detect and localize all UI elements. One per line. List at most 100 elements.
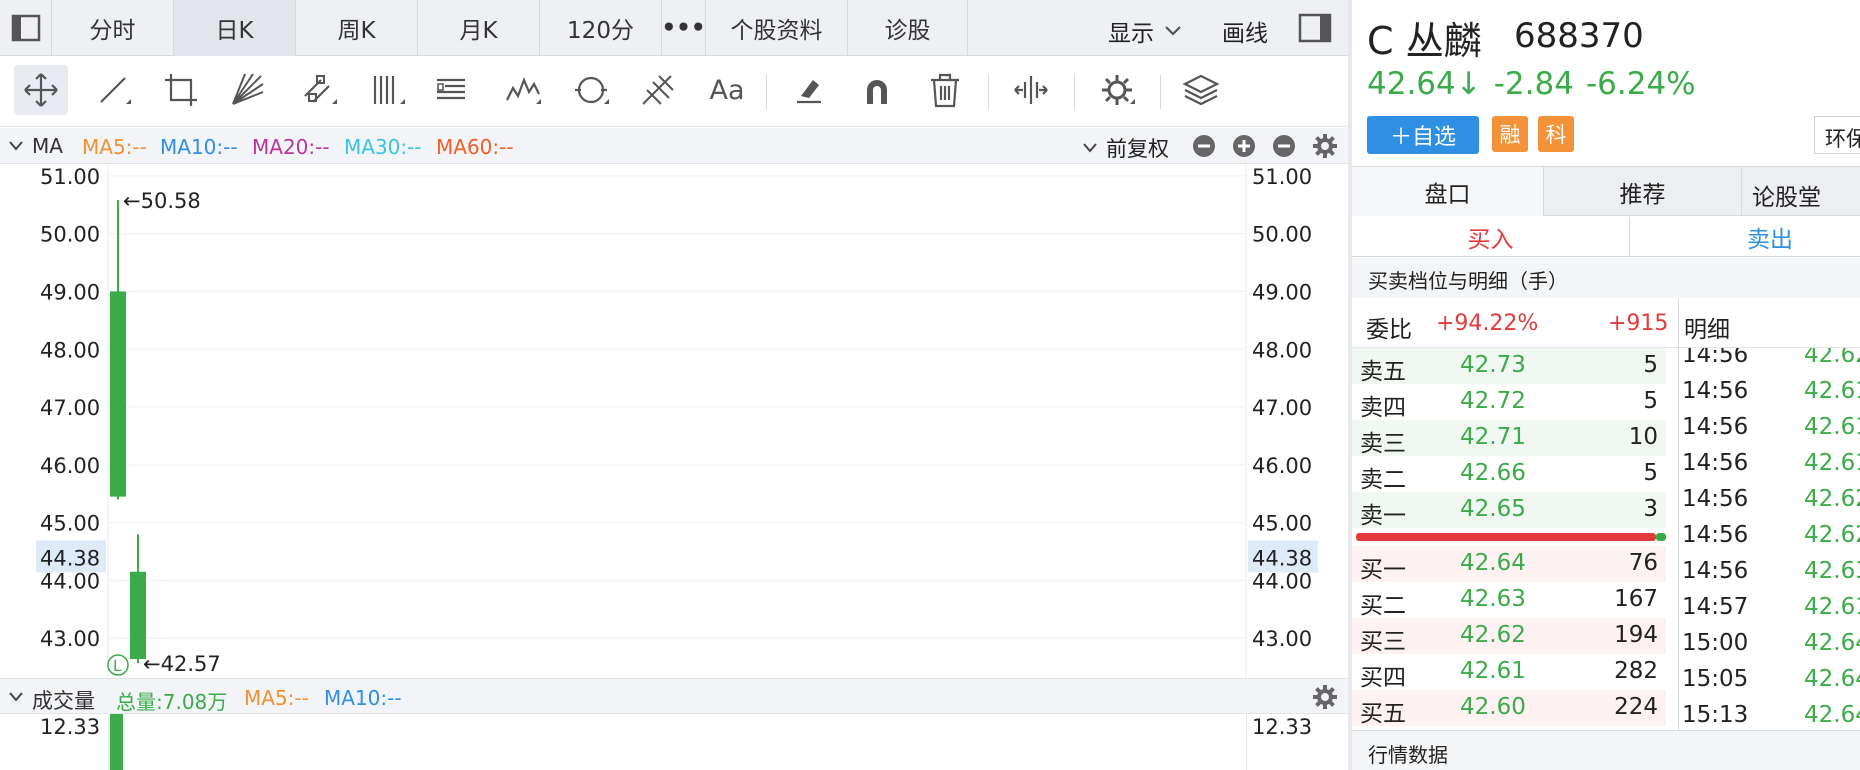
market-data-footer[interactable]: 行情数据 [1352, 730, 1860, 770]
cycle-tool[interactable] [564, 65, 618, 115]
volume-label: 成交量 [32, 689, 95, 713]
period-tab-bar: 分时 日K 周K 月K 120分 ••• 个股资料 诊股 显示 画线 [0, 0, 1352, 56]
detail-price: 42.64 [1804, 666, 1860, 692]
layers-tool[interactable] [1174, 65, 1228, 115]
ma60-value: MA60:-- [436, 135, 514, 159]
crop-icon [165, 74, 197, 106]
tab-week-k[interactable]: 周K [296, 0, 418, 56]
text-lines-icon [437, 78, 465, 100]
magnet-tool[interactable] [850, 65, 904, 115]
ratio-label: 委比 [1366, 317, 1412, 343]
detail-price: 42.64 [1804, 702, 1860, 728]
last-price: 42.64↓ [1367, 66, 1482, 102]
y-tick-label-right: 49.00 [1252, 280, 1312, 304]
candle-body [110, 291, 126, 497]
text-lines-tool[interactable] [424, 65, 478, 115]
wave-tool[interactable] [496, 65, 550, 115]
current-price-label-right: 44.38 [1252, 546, 1312, 570]
add-watchlist-button[interactable]: ＋自选 [1367, 116, 1479, 154]
trade-detail-row: 14:56 42.62 [1682, 518, 1860, 554]
vertical-lines-tool[interactable] [360, 65, 414, 115]
delete-tool[interactable] [918, 65, 972, 115]
volume-ma5: MA5:-- [244, 686, 309, 710]
text-tool[interactable]: Aa [700, 65, 754, 115]
y-tick-label-right: 46.00 [1252, 454, 1312, 478]
chevron-down-icon[interactable] [8, 140, 24, 152]
draw-line-button[interactable]: 画线 [1222, 14, 1268, 48]
detail-time: 14:56 [1682, 348, 1749, 368]
price-change-pct: -6.24% [1585, 66, 1696, 102]
gear-icon[interactable] [1312, 684, 1338, 710]
move-icon [24, 73, 58, 107]
move-tool[interactable] [14, 65, 68, 115]
y-tick-label-left: 50.00 [40, 223, 100, 247]
volume-tick-right: 12.33 [1252, 715, 1313, 739]
trade-buttons: 买入 卖出 [1352, 217, 1860, 257]
eraser-icon [797, 80, 821, 104]
ma-indicator-bar: MA MA5:-- MA10:-- MA20:-- MA30:-- MA60:-… [0, 128, 1352, 164]
left-panel-toggle[interactable] [0, 0, 52, 56]
listing-marker-label: L [113, 657, 122, 675]
y-tick-label-left: 47.00 [40, 396, 100, 420]
quote-panel: C 丛麟 688370 42.64↓ -2.84 -6.24% ＋自选 融 科 … [1352, 0, 1860, 770]
trade-detail-row: 14:56 42.62 [1682, 348, 1860, 374]
y-tick-label-left: 44.00 [40, 569, 100, 593]
line-tool[interactable] [86, 65, 140, 115]
tab-profile[interactable]: 个股资料 [706, 0, 848, 56]
tab-day-k[interactable]: 日K [174, 0, 296, 56]
channel-icon [304, 75, 337, 104]
wave-icon [506, 77, 541, 104]
trade-details[interactable]: 14:56 42.62 14:56 42.61 14:56 42.61 14:56 42.61… [1352, 348, 1860, 730]
channel-tool[interactable] [292, 65, 346, 115]
adjust-label: 前复权 [1106, 137, 1169, 161]
y-tick-label-left: 48.00 [40, 338, 100, 362]
volume-indicator-bar: 成交量 总量:7.08万 MA5:-- MA10:-- [0, 678, 1352, 714]
y-tick-label-right: 51.00 [1252, 165, 1312, 189]
sell-button[interactable]: 卖出 [1630, 217, 1860, 257]
tab-forum[interactable]: 论股堂 [1752, 178, 1821, 212]
adjust-dropdown[interactable]: 前复权 [1082, 133, 1169, 163]
fan-tool[interactable] [220, 65, 274, 115]
high-annotation: ←50.58 [123, 189, 201, 213]
line-icon [100, 77, 131, 104]
buy-button[interactable]: 买入 [1352, 217, 1630, 257]
detail-time: 14:56 [1682, 486, 1749, 512]
ma5-value: MA5:-- [82, 135, 147, 159]
kline-chart[interactable]: 51.00 51.00 50.00 50.00 49.00 49.00 48.00 48.00… [0, 165, 1352, 677]
y-tick-label-left: 43.00 [40, 627, 100, 651]
crop-tool[interactable] [154, 65, 208, 115]
layers-icon [1182, 74, 1220, 106]
settings-tool[interactable] [1090, 65, 1144, 115]
more-tabs-button[interactable]: ••• [661, 0, 706, 56]
y-tick-label-left: 46.00 [40, 454, 100, 478]
gear-icon[interactable] [1312, 133, 1338, 159]
spread-tool[interactable] [1004, 65, 1058, 115]
stock-code: 688370 [1514, 16, 1644, 56]
ratio-row: 委比 +94.22% +915 明细 [1352, 298, 1860, 348]
chevron-down-icon[interactable] [8, 691, 24, 703]
fork-tool[interactable] [630, 65, 684, 115]
y-tick-label-left: 45.00 [40, 512, 100, 536]
plus-icon[interactable] [1232, 134, 1256, 158]
volume-bar [110, 714, 123, 770]
detail-price: 42.61 [1804, 594, 1860, 620]
detail-time: 14:56 [1682, 450, 1749, 476]
tab-recommend[interactable]: 推荐 [1544, 167, 1742, 216]
tab-diagnose[interactable]: 诊股 [848, 0, 968, 56]
tab-orderbook[interactable]: 盘口 [1352, 167, 1544, 216]
display-dropdown[interactable]: 显示 [1108, 14, 1182, 48]
tab-fenshi[interactable]: 分时 [52, 0, 174, 56]
y-tick-label-right: 45.00 [1252, 512, 1312, 536]
magnet-icon [867, 80, 887, 104]
right-panel-toggle[interactable] [1298, 12, 1332, 48]
detail-time: 15:05 [1682, 666, 1749, 692]
spread-icon [1014, 76, 1048, 104]
eraser-tool[interactable] [782, 65, 836, 115]
tab-month-k[interactable]: 月K [418, 0, 540, 56]
minus-icon[interactable] [1272, 134, 1296, 158]
tab-120min[interactable]: 120分 [540, 0, 662, 56]
minus-icon[interactable] [1192, 134, 1216, 158]
y-tick-label-left: 51.00 [40, 165, 100, 189]
sector-tag[interactable]: 环保 [1814, 116, 1860, 154]
trade-detail-row: 15:13 42.64 [1682, 698, 1860, 730]
